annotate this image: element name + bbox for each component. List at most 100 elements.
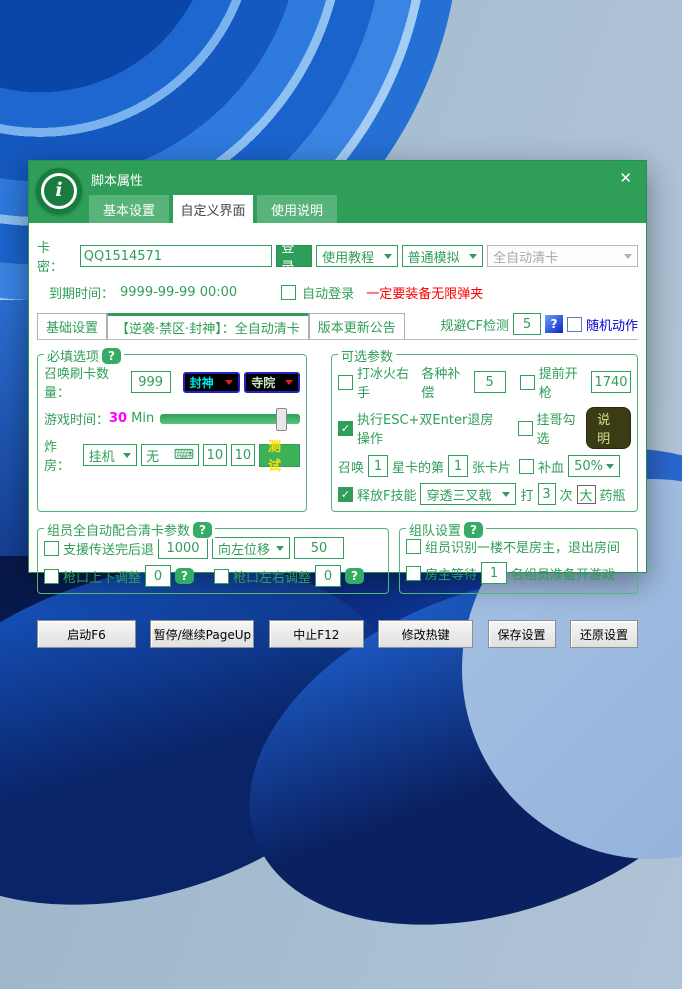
team-row-1: ✓ 组员识别一楼不是房主，退出房间 — [406, 537, 631, 556]
size-button[interactable]: 大 — [577, 485, 596, 504]
chevron-down-icon — [285, 380, 293, 385]
summon-count-input[interactable] — [131, 371, 171, 393]
temple-select[interactable]: 寺院 — [244, 372, 300, 393]
bomb-mode-value: 挂机 — [89, 446, 115, 465]
muzzle-horizontal-help-icon[interactable]: ? — [345, 568, 364, 584]
card-key-row: 卡密： 登录 使用教程 普通模拟 全自动清卡 — [37, 237, 638, 275]
times-label: 次 — [560, 485, 573, 504]
heal-checkbox[interactable]: ✓ — [519, 459, 534, 474]
summon-row: 召唤刷卡数量： 封神 寺院 — [44, 363, 300, 401]
retreat-input[interactable] — [158, 537, 208, 559]
subtab-changelog[interactable]: 版本更新公告 — [309, 313, 405, 339]
cf-detect-label: 规避CF检测 — [440, 315, 509, 334]
cf-detect-input[interactable] — [513, 313, 541, 335]
heal-percent-select[interactable]: 50% — [568, 455, 620, 477]
restore-settings-button[interactable]: 还原设置 — [570, 620, 638, 648]
test-button[interactable]: 测试 — [259, 444, 300, 467]
optional-params-group: 可选参数 ✓ 打冰火右手 各种补偿 ✓ 提前开枪 ✓ 执行ESC+双Enter退… — [331, 354, 638, 512]
main-tabs: 基本设置 自定义界面 使用说明 — [89, 195, 341, 223]
cf-detect-cluster: 规避CF检测 ? ✓ 随机动作 — [440, 313, 638, 339]
start-button[interactable]: 启动F6 — [37, 620, 136, 648]
tab-basic-settings[interactable]: 基本设置 — [89, 195, 169, 223]
auto-login-checkbox[interactable]: ✓ — [281, 285, 296, 300]
pre-fire-input[interactable] — [591, 371, 631, 393]
team-settings-group: 组队设置 ? ✓ 组员识别一楼不是房主，退出房间 ✓ 房主等待 名组员准备开游戏 — [399, 528, 638, 594]
host-wait-input[interactable] — [481, 562, 507, 584]
login-button[interactable]: 登录 — [276, 245, 312, 267]
leave-room-checkbox[interactable]: ✓ — [406, 539, 421, 554]
note-button[interactable]: 说明 — [586, 407, 631, 449]
subtab-auto-clear[interactable]: 【逆袭·禁区·封神】：全自动清卡 — [107, 313, 309, 339]
summon-count-label: 召唤刷卡数量： — [44, 363, 127, 401]
bomb-num1-input[interactable] — [203, 444, 227, 466]
muzzle-horizontal-checkbox[interactable]: ✓ — [214, 569, 229, 584]
optional-row-3: 召唤 星卡的第 张卡片 ✓ 补血 50% — [338, 455, 631, 477]
hotkey-box[interactable]: 无 ⌨ — [141, 444, 199, 466]
bomb-num2-input[interactable] — [231, 444, 255, 466]
team-settings-title: 组队设置 — [409, 520, 461, 539]
f-skill-checkbox[interactable]: ✓ — [338, 487, 353, 502]
abort-button[interactable]: 中止F12 — [269, 620, 364, 648]
chevron-down-icon — [606, 464, 614, 469]
hit-count-input[interactable] — [538, 483, 556, 505]
chevron-down-icon — [384, 254, 392, 259]
bomb-mode-select[interactable]: 挂机 — [83, 444, 138, 466]
muzzle-horizontal-input[interactable] — [315, 565, 341, 587]
team-help-icon[interactable]: ? — [464, 522, 483, 538]
pre-fire-checkbox[interactable]: ✓ — [520, 375, 535, 390]
host-wait-checkbox[interactable]: ✓ — [406, 566, 421, 581]
required-help-icon[interactable]: ? — [102, 348, 121, 364]
game-time-slider[interactable] — [160, 414, 300, 424]
chevron-down-icon — [276, 546, 284, 551]
slider-handle[interactable] — [276, 408, 287, 431]
check-icon: ✓ — [339, 422, 352, 435]
window-title: 脚本属性 — [91, 170, 143, 189]
auto-login-label: 自动登录 — [302, 283, 354, 302]
chevron-down-icon — [502, 492, 510, 497]
muzzle-vertical-checkbox[interactable]: ✓ — [44, 569, 59, 584]
pause-resume-button[interactable]: 暂停/继续PageUp — [150, 620, 254, 648]
chevron-down-icon — [225, 380, 233, 385]
optional-params-legend: 可选参数 — [338, 346, 396, 365]
keyboard-icon: ⌨ — [174, 449, 194, 461]
star-input[interactable] — [368, 455, 388, 477]
hotkey-value: 无 — [146, 446, 159, 465]
hang-checkbox[interactable]: ✓ — [518, 421, 533, 436]
muzzle-vertical-input[interactable] — [145, 565, 171, 587]
tab-custom-interface[interactable]: 自定义界面 — [173, 195, 253, 223]
ice-fire-label: 打冰火右手 — [357, 363, 417, 401]
tutorial-select[interactable]: 使用教程 — [316, 245, 397, 267]
subtab-basic[interactable]: 基础设置 — [37, 313, 107, 339]
edit-hotkey-button[interactable]: 修改热键 — [378, 620, 473, 648]
heal-label: 补血 — [538, 457, 564, 476]
host-wait-label: 房主等待 — [425, 564, 477, 583]
compensation-input[interactable] — [474, 371, 506, 393]
leave-room-label: 组员识别一楼不是房主，退出房间 — [425, 537, 620, 556]
tab-usage-help[interactable]: 使用说明 — [257, 195, 337, 223]
ice-fire-checkbox[interactable]: ✓ — [338, 375, 353, 390]
muzzle-vertical-help-icon[interactable]: ? — [175, 568, 194, 584]
mode-select-value: 普通模拟 — [408, 247, 460, 266]
card-index-input[interactable] — [448, 455, 468, 477]
team-settings-legend: 组队设置 ? — [406, 520, 486, 539]
shift-amount-input[interactable] — [294, 537, 344, 559]
shift-direction-select[interactable]: 向左位移 — [212, 537, 290, 559]
mode-select[interactable]: 普通模拟 — [402, 245, 483, 267]
member-params-legend: 组员全自动配合清卡参数 ? — [44, 520, 215, 539]
optional-params-title: 可选参数 — [341, 346, 393, 365]
esc-enter-checkbox[interactable]: ✓ — [338, 421, 353, 436]
random-action-checkbox[interactable]: ✓ — [567, 317, 582, 332]
footer-buttons: 启动F6 暂停/继续PageUp 中止F12 修改热键 保存设置 还原设置 — [37, 620, 638, 648]
card-key-input[interactable] — [80, 245, 273, 267]
cf-help-icon[interactable]: ? — [545, 315, 563, 333]
game-time-row: 游戏时间： 30 Min — [44, 409, 300, 428]
save-settings-button[interactable]: 保存设置 — [488, 620, 556, 648]
skill-select[interactable]: 穿透三叉戟 — [420, 483, 516, 505]
map-select[interactable]: 封神 — [183, 372, 241, 393]
optional-row-4: ✓ 释放F技能 穿透三叉戟 打 次 大 药瓶 — [338, 483, 631, 505]
close-icon[interactable]: ✕ — [619, 169, 632, 187]
bottle-label: 药瓶 — [600, 485, 626, 504]
member-row-2: ✓ 枪口上下调整 ? ✓ 枪口左右调整 ? — [44, 565, 382, 587]
support-teleport-checkbox[interactable]: ✓ — [44, 541, 59, 556]
member-help-icon[interactable]: ? — [193, 522, 212, 538]
